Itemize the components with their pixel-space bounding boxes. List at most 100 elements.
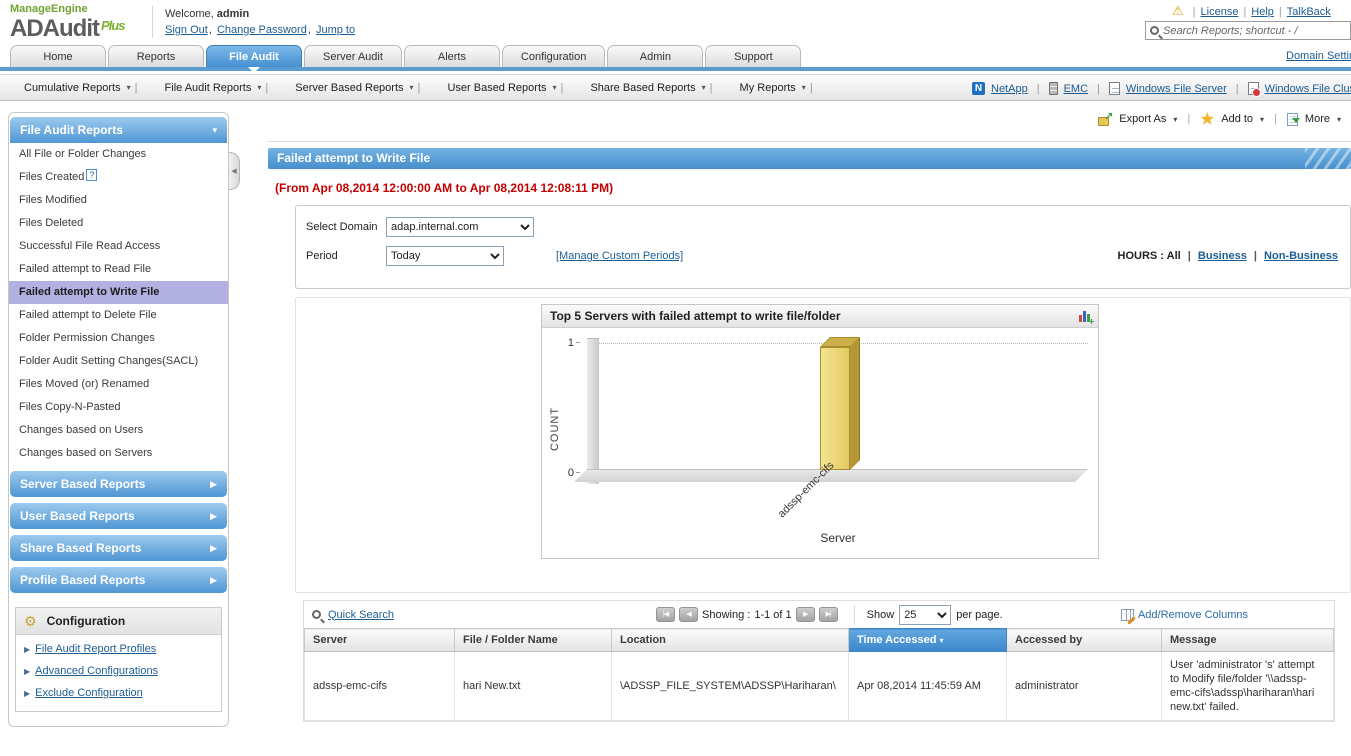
main-tab[interactable]: Support bbox=[705, 45, 802, 67]
results-table-panel: Quick Search |◀ ◀ Showing : 1-1 of 1 ▶ ▶… bbox=[303, 600, 1335, 722]
sidebar-section-bar[interactable]: Share Based Reports ▶ bbox=[10, 535, 227, 561]
sidebar-report-item[interactable]: Failed attempt to Write File? bbox=[9, 281, 228, 304]
configuration-link-row: ▶ File Audit Report Profiles bbox=[16, 635, 221, 657]
sign-out-link[interactable]: Sign Out bbox=[165, 24, 212, 36]
cell-file-folder-name: hari New.txt bbox=[454, 651, 612, 721]
main-tab[interactable]: Alerts bbox=[403, 45, 500, 67]
hours-all[interactable]: All bbox=[1167, 250, 1181, 262]
page-first-button[interactable]: |◀ bbox=[656, 607, 676, 622]
menubar-menu[interactable]: My Reports ▾ | bbox=[730, 82, 827, 94]
table-header-cell[interactable]: Time Accessed ▾ bbox=[848, 628, 1007, 652]
chart-bar[interactable] bbox=[820, 337, 860, 470]
menubar-menu[interactable]: File Audit Reports ▾ | bbox=[155, 82, 283, 94]
windows-file-cluster-link[interactable]: Windows File Cluster bbox=[1265, 83, 1351, 95]
menubar-menu[interactable]: Server Based Reports ▾ | bbox=[285, 82, 434, 94]
sidebar-collapse-handle[interactable]: ◀ bbox=[229, 152, 240, 190]
menubar-menu[interactable]: Share Based Reports ▾ | bbox=[580, 82, 726, 94]
chevron-down-icon: ▾ bbox=[1260, 114, 1265, 124]
arrow-right-icon: ▶ bbox=[24, 688, 31, 698]
sidebar-header-file-audit-reports[interactable]: File Audit Reports ▾ bbox=[10, 117, 227, 143]
chevron-down-icon: ▾ bbox=[212, 124, 217, 135]
quick-search-link[interactable]: Quick Search bbox=[328, 609, 394, 621]
hours-nonbusiness-link[interactable]: Non-Business bbox=[1264, 250, 1338, 262]
menubar-menu[interactable]: Cumulative Reports ▾ | bbox=[14, 82, 151, 94]
chevron-right-icon: ▶ bbox=[210, 478, 217, 489]
table-header-cell[interactable]: Message▾ bbox=[1161, 628, 1334, 652]
windows-file-server-icon bbox=[1108, 82, 1120, 95]
report-search-box[interactable] bbox=[1145, 21, 1351, 40]
sidebar-report-item[interactable]: Failed attempt to Read File? bbox=[9, 258, 228, 281]
table-header-cell[interactable]: File / Folder Name▾ bbox=[454, 628, 612, 652]
page-last-button[interactable]: ▶| bbox=[818, 607, 838, 622]
sidebar-report-item[interactable]: Files Created? bbox=[9, 166, 228, 189]
configuration-link-row: ▶ Exclude Configuration bbox=[16, 679, 221, 711]
license-link[interactable]: License bbox=[1201, 6, 1239, 18]
domain-settings-link[interactable]: Domain Settings bbox=[1286, 50, 1351, 62]
configuration-link[interactable]: Exclude Configuration bbox=[35, 687, 143, 699]
sidebar-report-item[interactable]: Files Moved (or) Renamed? bbox=[9, 373, 228, 396]
table-row[interactable]: adssp-emc-cifs hari New.txt \ADSSP_FILE_… bbox=[304, 651, 1334, 721]
app-logo[interactable]: ManageEngine ADAudit Plus bbox=[10, 3, 125, 42]
page-prev-button[interactable]: ◀ bbox=[679, 607, 699, 622]
table-header-cell[interactable]: Location▾ bbox=[611, 628, 849, 652]
configuration-header: ⚙ Configuration bbox=[16, 608, 221, 635]
chart-type-icon[interactable] bbox=[1079, 310, 1090, 322]
add-remove-columns-link[interactable]: Add/Remove Columns bbox=[1120, 608, 1248, 621]
netapp-link[interactable]: NetApp bbox=[991, 83, 1028, 95]
sidebar-section-bar[interactable]: User Based Reports ▶ bbox=[10, 503, 227, 529]
windows-file-server-link[interactable]: Windows File Server bbox=[1126, 83, 1227, 95]
talkback-link[interactable]: TalkBack bbox=[1287, 6, 1331, 18]
sidebar-report-item[interactable]: All File or Folder Changes? bbox=[9, 143, 228, 166]
domain-select[interactable]: adap.internal.com bbox=[386, 217, 534, 237]
report-menubar: Cumulative Reports ▾ | File Audit Reports ▾… bbox=[0, 74, 1351, 101]
sidebar-report-item[interactable]: Folder Audit Setting Changes(SACL)? bbox=[9, 350, 228, 373]
menubar-menu[interactable]: User Based Reports ▾ | bbox=[437, 82, 577, 94]
main-tab[interactable]: File Audit bbox=[206, 45, 302, 73]
add-to-button[interactable]: Add to bbox=[1221, 113, 1253, 125]
main-tab[interactable]: Reports bbox=[108, 45, 204, 67]
main-tab[interactable]: Admin bbox=[607, 45, 704, 67]
welcome-block: Welcome, admin Sign Out Change Password … bbox=[152, 6, 357, 38]
sidebar-report-item[interactable]: Files Modified? bbox=[9, 189, 228, 212]
cell-message: User 'administrator 's' attempt to Modif… bbox=[1161, 651, 1334, 721]
table-header-cell[interactable]: Server▾ bbox=[304, 628, 455, 652]
x-axis-label: Server bbox=[820, 531, 856, 545]
change-password-link[interactable]: Change Password bbox=[217, 24, 311, 36]
chevron-left-icon: ◀ bbox=[231, 168, 237, 175]
sidebar-section-bar[interactable]: Server Based Reports ▶ bbox=[10, 471, 227, 497]
manage-custom-periods-link[interactable]: [Manage Custom Periods] bbox=[556, 250, 683, 262]
page-size-select[interactable]: 25 bbox=[899, 604, 952, 625]
page-next-button[interactable]: ▶ bbox=[795, 607, 815, 622]
brand-adaudit: ADAudit Plus bbox=[10, 15, 125, 42]
main-tab[interactable]: Home bbox=[10, 45, 106, 67]
search-icon bbox=[1150, 26, 1159, 35]
configuration-link[interactable]: Advanced Configurations bbox=[35, 665, 158, 677]
more-button[interactable]: More bbox=[1305, 113, 1330, 125]
jump-to-link[interactable]: Jump to bbox=[316, 24, 355, 36]
help-icon[interactable]: ? bbox=[86, 169, 98, 181]
sidebar-section-bar[interactable]: Profile Based Reports ▶ bbox=[10, 567, 227, 593]
emc-link[interactable]: EMC bbox=[1064, 83, 1088, 95]
tab-underline bbox=[0, 67, 1351, 71]
table-header-cell[interactable]: Accessed by▾ bbox=[1006, 628, 1162, 652]
hours-business-link[interactable]: Business bbox=[1198, 250, 1247, 262]
configuration-link[interactable]: File Audit Report Profiles bbox=[35, 643, 156, 655]
chevron-down-icon: ▾ bbox=[126, 83, 131, 92]
sidebar-report-item[interactable]: Files Deleted? bbox=[9, 212, 228, 235]
sidebar-report-item[interactable]: Failed attempt to Delete File? bbox=[9, 304, 228, 327]
sidebar-report-item[interactable]: Changes based on Users? bbox=[9, 419, 228, 442]
sidebar-report-item[interactable]: Files Copy-N-Pasted? bbox=[9, 396, 228, 419]
help-link[interactable]: Help bbox=[1251, 6, 1274, 18]
search-input[interactable] bbox=[1163, 24, 1333, 37]
sidebar-report-item[interactable]: Changes based on Servers? bbox=[9, 442, 228, 465]
main-content: ↗ Export As ▾ | Add to ▾ | More ▾ Failed… bbox=[268, 108, 1351, 756]
main-tab[interactable]: Configuration bbox=[501, 45, 606, 67]
warning-icon[interactable]: ⚠ bbox=[1172, 3, 1184, 18]
period-select[interactable]: Today bbox=[386, 246, 504, 266]
table-header-row: Server▾ File / Folder Name▾ Location▾ Ti… bbox=[304, 628, 1334, 652]
chevron-down-icon: ▾ bbox=[801, 83, 806, 92]
sidebar-report-item[interactable]: Folder Permission Changes? bbox=[9, 327, 228, 350]
export-as-button[interactable]: Export As bbox=[1119, 113, 1166, 125]
main-tab[interactable]: Server Audit bbox=[304, 45, 402, 67]
sidebar-report-item[interactable]: Successful File Read Access? bbox=[9, 235, 228, 258]
